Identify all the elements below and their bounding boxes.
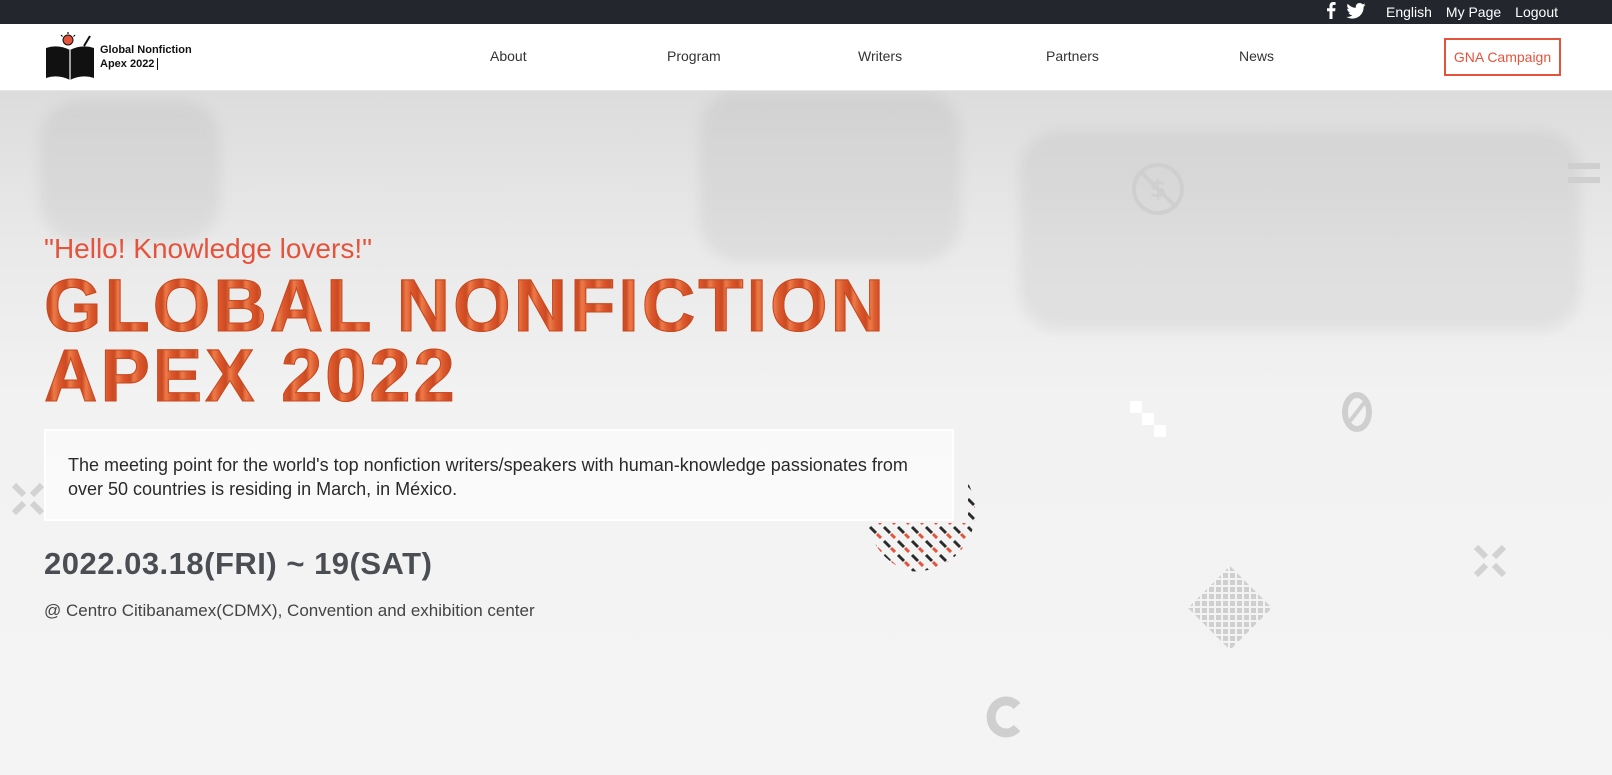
bg-blur-shape <box>40 101 220 241</box>
social-links <box>1326 2 1366 22</box>
twitter-link[interactable] <box>1346 2 1366 22</box>
bg-blur-shape <box>700 91 960 261</box>
zero-glyph-icon <box>1342 392 1372 432</box>
menu-lines-icon <box>1568 163 1600 183</box>
hero-section: $ "Hello! Knowledge lovers!" GLOBAL NONF… <box>0 91 1612 775</box>
no-dollar-icon: $ <box>1132 163 1184 215</box>
gna-campaign-button[interactable]: GNA Campaign <box>1444 38 1561 76</box>
event-venue: @ Centro Citibanamex(CDMX), Convention a… <box>44 601 535 620</box>
logout-link[interactable]: Logout <box>1515 4 1558 20</box>
hero-title-line1: GLOBAL NONFICTION <box>43 264 888 347</box>
hero-title-line2: APEX 2022 <box>43 334 458 417</box>
main-header: Global Nonfiction Apex 2022 About Progra… <box>0 24 1612 91</box>
nav-partners[interactable]: Partners <box>1046 48 1099 64</box>
nav-about[interactable]: About <box>490 48 527 64</box>
hero-title: GLOBAL NONFICTION APEX 2022 <box>43 264 888 417</box>
hero-description: The meeting point for the world's top no… <box>68 455 908 499</box>
book-logo-icon <box>46 32 94 80</box>
logo-line1: Global Nonfiction <box>100 44 192 56</box>
bg-blur-shape <box>1020 131 1580 331</box>
nav-writers[interactable]: Writers <box>858 48 902 64</box>
hero-description-box: The meeting point for the world's top no… <box>44 429 954 521</box>
pixel-squares-icon <box>1130 401 1166 437</box>
close-x-icon <box>1473 544 1507 578</box>
svg-text:$: $ <box>1150 175 1167 203</box>
logo-text: Global Nonfiction Apex 2022 <box>100 43 192 71</box>
logo-line2-row: Apex 2022 <box>100 57 192 71</box>
c-glyph-icon <box>986 696 1021 738</box>
close-x-icon <box>11 482 45 516</box>
nav-program[interactable]: Program <box>667 48 721 64</box>
facebook-icon <box>1327 2 1336 19</box>
nav-news[interactable]: News <box>1239 48 1274 64</box>
facebook-link[interactable] <box>1326 2 1336 22</box>
hero-greeting: "Hello! Knowledge lovers!" <box>44 233 373 264</box>
top-utility-bar: English My Page Logout <box>0 0 1612 24</box>
twitter-icon <box>1346 2 1366 19</box>
dotted-diamond-icon <box>1188 566 1272 650</box>
site-logo[interactable]: Global Nonfiction Apex 2022 <box>44 32 192 82</box>
logo-caret <box>157 58 159 70</box>
my-page-link[interactable]: My Page <box>1446 4 1501 20</box>
language-link[interactable]: English <box>1386 4 1432 20</box>
logo-line2: Apex 2022 <box>100 58 155 70</box>
event-date: 2022.03.18(FRI) ~ 19(SAT) <box>44 546 433 581</box>
